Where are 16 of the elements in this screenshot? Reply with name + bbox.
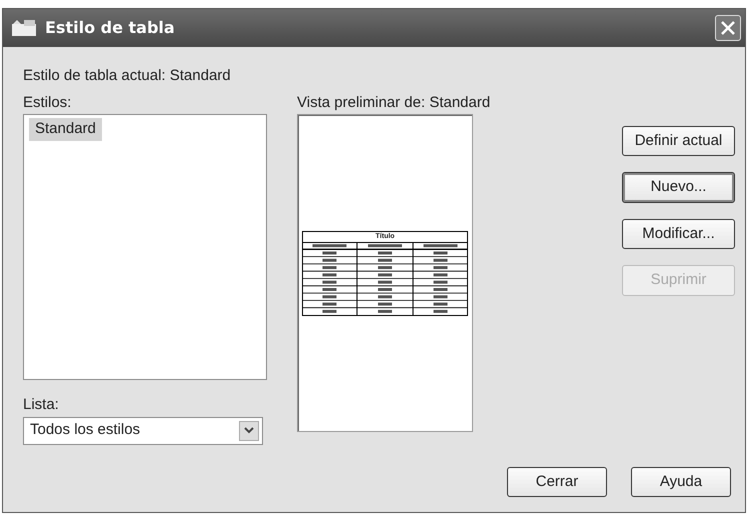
dialog-button[interactable]: Nuevo... <box>622 172 735 202</box>
list-dropdown[interactable]: Todos los estilos <box>23 416 263 444</box>
dialog-button[interactable]: Ayuda <box>631 466 731 497</box>
list-label: Lista: <box>23 395 60 415</box>
dialog-button[interactable]: Definir actual <box>622 126 735 156</box>
window-title: Estilo de tabla <box>45 17 175 39</box>
close-button[interactable] <box>715 15 741 41</box>
styles-list[interactable]: Standard <box>23 114 267 380</box>
style-item[interactable]: Standard <box>29 118 102 140</box>
styles-label: Estilos: <box>23 92 72 112</box>
dialog-button[interactable]: Modificar... <box>622 218 735 249</box>
preview-label: Vista preliminar de: Standard <box>297 92 492 112</box>
close-icon <box>720 20 736 36</box>
current-style-label: Estilo de tabla actual: Standard <box>23 66 232 86</box>
app-icon <box>11 19 37 37</box>
dialog-button[interactable]: Cerrar <box>507 466 607 497</box>
